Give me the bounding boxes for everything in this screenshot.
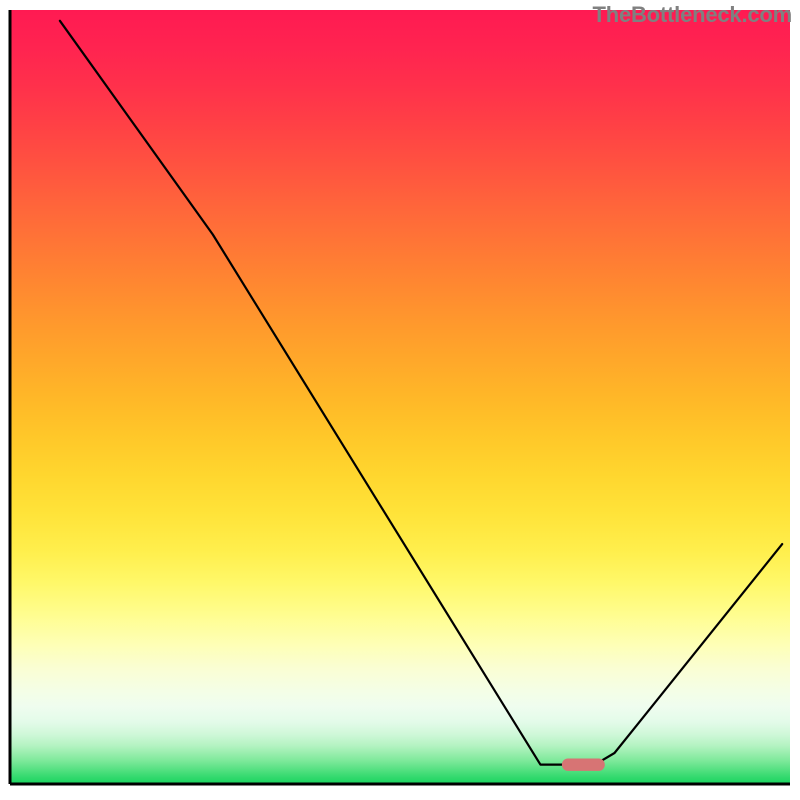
watermark: TheBottleneck.com [592, 2, 792, 28]
bottleneck-chart [0, 0, 800, 800]
chart-container: TheBottleneck.com [0, 0, 800, 800]
optimal-marker [562, 759, 605, 771]
gradient-background [10, 10, 790, 784]
